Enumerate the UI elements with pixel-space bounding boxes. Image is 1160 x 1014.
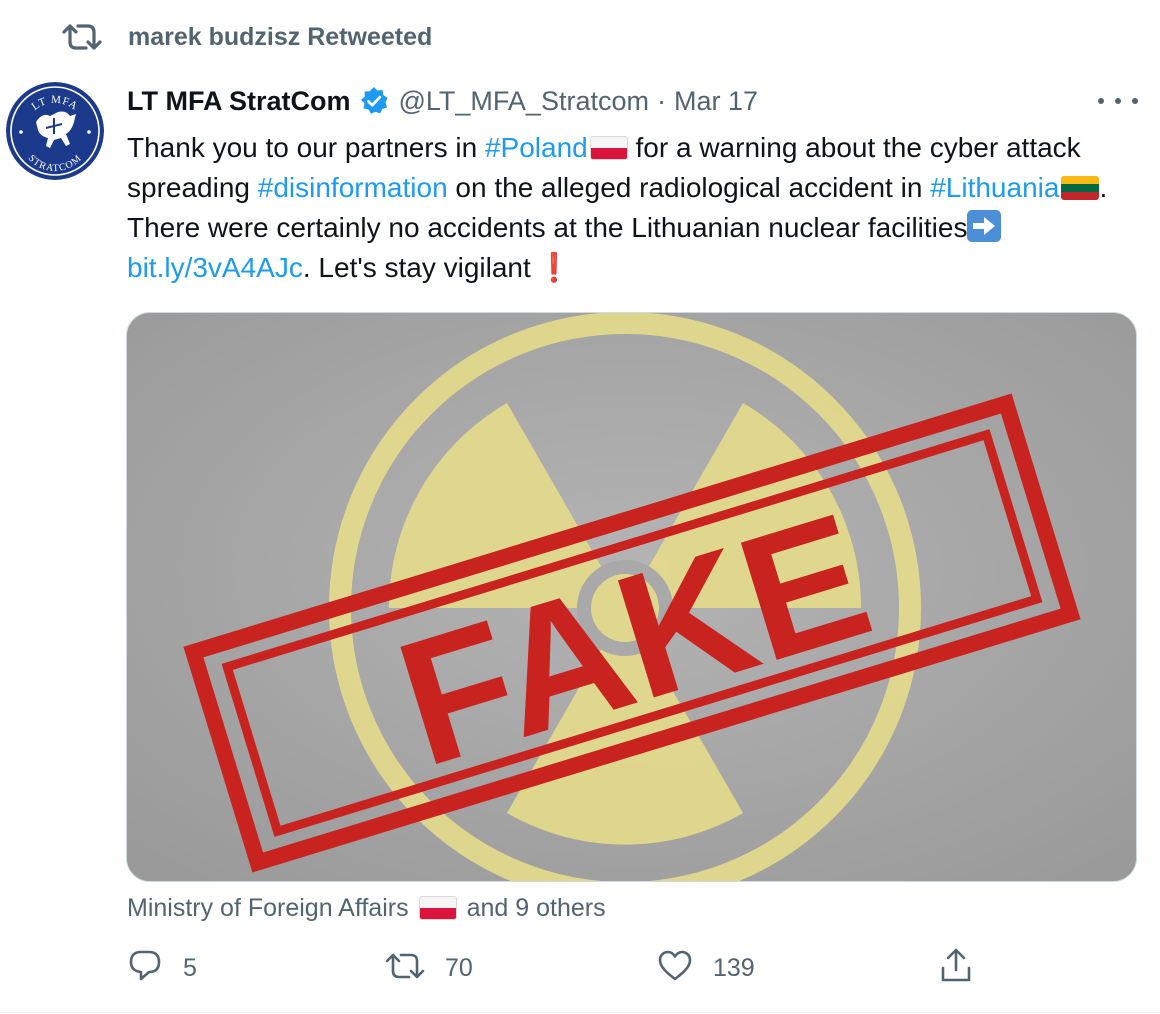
retweet-context: marek budzisz Retweeted: [62, 20, 432, 54]
text-segment: on the alleged radiological accident in: [447, 172, 931, 203]
author-handle[interactable]: @LT_MFA_Stratcom: [399, 86, 649, 117]
tagged-rest: and 9 others: [466, 893, 606, 922]
tagged-first: Ministry of Foreign Affairs: [127, 893, 409, 922]
text-segment: Thank you to our partners in: [127, 132, 485, 163]
tagged-users[interactable]: Ministry of Foreign Affairs and 9 others: [127, 893, 606, 923]
divider: [0, 1012, 1160, 1013]
tweet-text: Thank you to our partners in #Poland for…: [127, 128, 1147, 288]
exclamation-emoji: ❗: [536, 252, 572, 283]
author-name[interactable]: LT MFA StratCom: [127, 86, 351, 117]
action-bar: 5 70 139: [127, 948, 987, 988]
retweet-count: 70: [445, 953, 473, 982]
avatar[interactable]: LT MFA STRATCOM: [6, 82, 104, 180]
text-segment: . Let's stay vigilant: [302, 252, 531, 283]
like-count: 139: [713, 953, 755, 982]
short-link[interactable]: bit.ly/3vA4AJc: [127, 252, 303, 283]
retweet-button[interactable]: 70: [385, 948, 473, 988]
retweet-icon: [385, 951, 425, 986]
tweet-date[interactable]: Mar 17: [674, 86, 758, 117]
flag-poland-emoji: [418, 896, 457, 920]
retweet-icon: [62, 20, 102, 54]
reply-count: 5: [183, 953, 197, 982]
reply-button[interactable]: 5: [127, 948, 197, 988]
hashtag-lithuania[interactable]: #Lithuania: [930, 172, 1059, 203]
like-icon: [657, 950, 693, 987]
arrow-right-emoji: [967, 210, 1002, 242]
flag-lithuania-emoji: [1061, 176, 1100, 200]
reply-icon: [127, 949, 163, 988]
share-icon: [939, 948, 973, 989]
hashtag-poland[interactable]: #Poland: [485, 132, 588, 163]
retweeted-by-label[interactable]: marek budzisz Retweeted: [128, 23, 432, 52]
more-icon[interactable]: [1098, 88, 1138, 114]
tweet-header: LT MFA StratCom @LT_MFA_Stratcom · Mar 1…: [127, 82, 758, 120]
flag-poland-emoji: [589, 136, 628, 160]
like-button[interactable]: 139: [657, 948, 755, 988]
hashtag-disinformation[interactable]: #disinformation: [258, 172, 448, 203]
verified-icon: [359, 86, 389, 116]
tweet-media-image[interactable]: FAKE: [126, 312, 1137, 882]
separator: ·: [656, 85, 666, 116]
share-button[interactable]: [939, 948, 973, 988]
